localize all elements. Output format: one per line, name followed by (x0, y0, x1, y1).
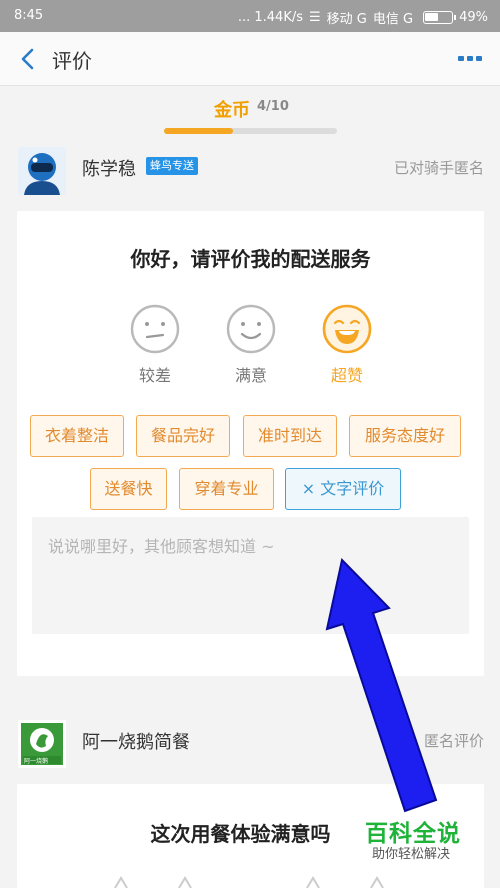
chevron-left-icon[interactable] (18, 47, 38, 71)
battery-percent: 49% (459, 10, 488, 25)
neutral-face-icon[interactable] (129, 303, 181, 355)
face-label-satisfied: 满意 (234, 366, 267, 385)
coin-progress-fill (164, 128, 234, 134)
status-bar: 8:45 ... 1.44K/s ☰ 移动 G 电信 G 49% (0, 0, 500, 32)
status-time: 8:45 (14, 8, 44, 23)
rider-card-title: 你好，请评价我的配送服务 (130, 247, 371, 271)
tag-food-intact[interactable]: 餐品完好 (136, 415, 230, 457)
rider-row: 陈学稳 蜂鸟专送 已对骑手匿名 (0, 143, 500, 205)
tag-good-service[interactable]: 服务态度好 (349, 415, 461, 457)
rider-anonymous-hint: 已对骑手匿名 (393, 159, 484, 177)
shop-faces-partial (114, 876, 384, 888)
face-label-poor: 较差 (138, 366, 171, 385)
shop-name: 阿一烧鹅简餐 (82, 732, 190, 753)
app-header: 评价 (0, 32, 500, 86)
battery-icon (423, 11, 457, 24)
wifi-icon: ☰ (309, 10, 321, 25)
coin-count: 4/10 (257, 99, 289, 114)
tag-neat-attire[interactable]: 衣着整洁 (30, 415, 124, 457)
coin-progress-section: 金币 4/10 (0, 87, 500, 143)
tag-fast-delivery[interactable]: 送餐快 (90, 468, 167, 510)
page-title: 评价 (52, 49, 92, 73)
comment-input[interactable]: 说说哪里好，其他顾客想知道 ~ (32, 517, 469, 634)
carrier-1: 移动 G (326, 12, 367, 27)
rider-avatar (18, 147, 66, 195)
rider-name: 陈学稳 (82, 159, 136, 180)
face-label-excellent: 超赞 (330, 366, 363, 385)
comment-placeholder: 说说哪里好，其他顾客想知道 ~ (48, 537, 275, 556)
tag-professional[interactable]: 穿着专业 (179, 468, 274, 510)
shop-logo: 阿一烧鹅 (18, 720, 66, 768)
tag-on-time[interactable]: 准时到达 (243, 415, 337, 457)
text-evaluation-button[interactable]: × 文字评价 (285, 468, 401, 510)
coin-progress-track (164, 128, 337, 134)
network-speed: ... 1.44K/s (237, 10, 303, 25)
laugh-face-icon[interactable] (321, 303, 373, 355)
status-right-group: ... 1.44K/s ☰ 移动 G 电信 G 49% (238, 8, 488, 27)
carrier-2: 电信 G (372, 12, 414, 27)
rider-badge: 蜂鸟专送 (146, 157, 198, 175)
coin-label: 金币 (214, 100, 250, 121)
shop-anonymous-hint: 匿名评价 (423, 732, 484, 750)
rider-rating-card: 你好，请评价我的配送服务 较差 满意 超赞 衣着整洁 餐品完好 准时到达 服务态… (17, 211, 484, 676)
more-dots-icon[interactable] (458, 56, 482, 61)
watermark-subtitle: 助你轻松解决 (372, 847, 451, 862)
smile-face-icon[interactable] (225, 303, 277, 355)
shop-logo-text: 阿一烧鹅 (24, 758, 49, 765)
shop-row: 阿一烧鹅 阿一烧鹅简餐 匿名评价 (0, 716, 500, 778)
